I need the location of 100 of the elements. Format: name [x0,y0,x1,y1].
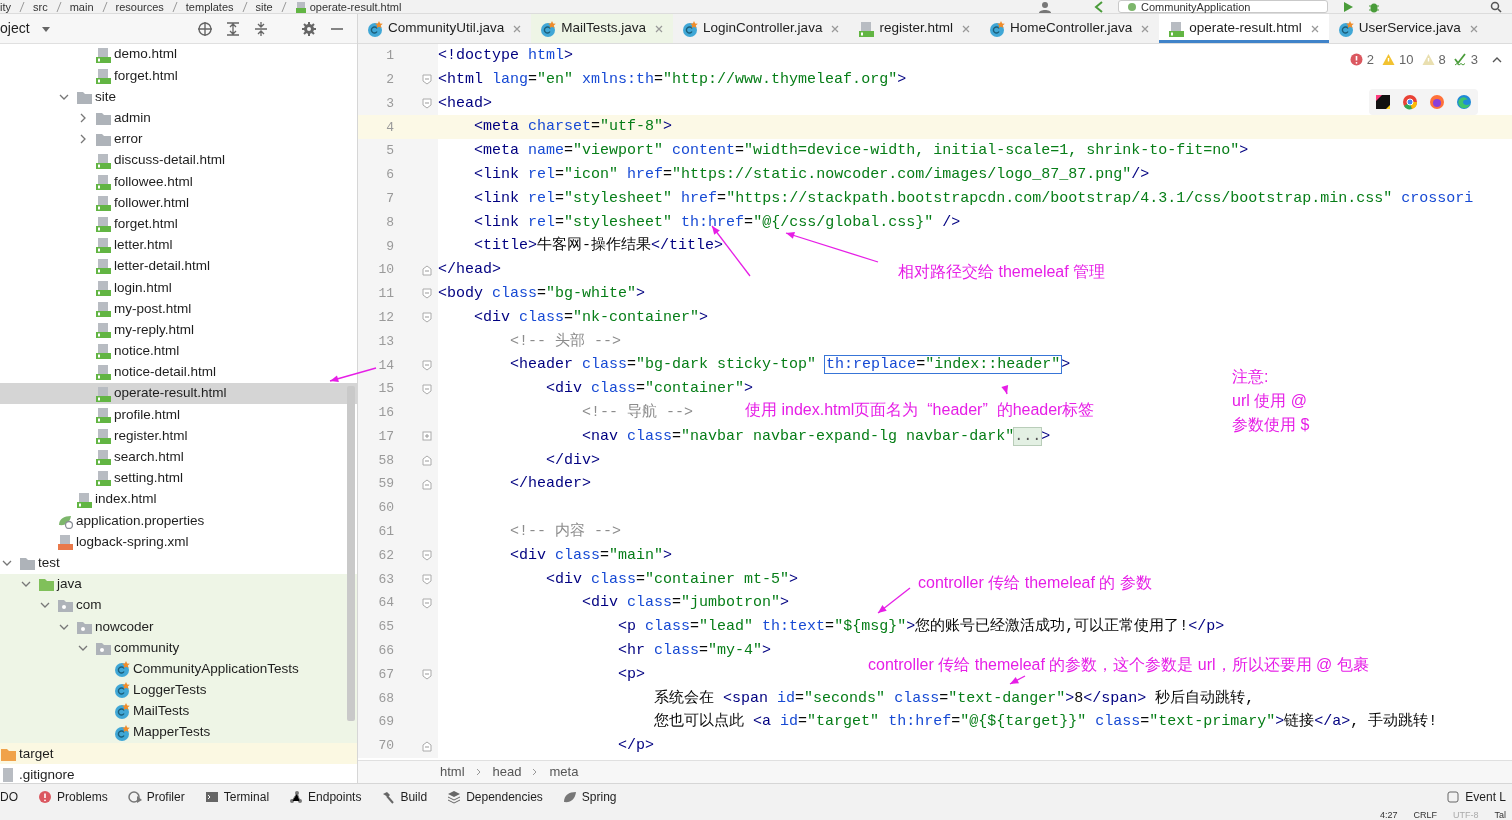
status-item[interactable]: Tal [1494,810,1506,820]
problem-count[interactable]: 8 [1438,50,1446,70]
chevron-right-icon[interactable] [78,113,88,124]
expand-fold-icon[interactable] [422,431,432,443]
breadcrumb-item[interactable]: src [33,0,48,14]
tree-item[interactable]: logback-spring.xml [0,531,357,553]
run-configuration-dropdown[interactable]: CommunityApplication [1118,0,1328,13]
error-icon[interactable] [1349,53,1363,67]
editor-tab[interactable]: operate-result.html [1159,14,1329,43]
tool-window-button[interactable]: Endpoints [289,788,362,806]
tree-item[interactable]: letter.html [0,234,357,256]
tree-item[interactable]: discuss-detail.html [0,149,357,172]
run-icon[interactable] [1342,0,1354,13]
editor-tab[interactable]: MailTests.java [531,14,674,43]
browser-icon[interactable] [1375,94,1391,110]
tree-item[interactable]: register.html [0,425,357,447]
tree-item[interactable]: profile.html [0,404,357,426]
tree-item[interactable]: MapperTests [0,722,357,744]
tree-item[interactable]: followee.html [0,171,357,193]
close-icon[interactable] [1140,23,1151,34]
editor-tab[interactable]: CommunityUtil.java [358,14,532,43]
breadcrumb-item[interactable]: templates [185,0,234,14]
breadcrumb-item[interactable]: resources [115,0,164,14]
locate-icon[interactable] [197,20,213,37]
tree-item[interactable]: java [0,573,357,595]
tool-window-button[interactable]: Dependencies [447,788,543,806]
breadcrumb-item[interactable]: head [492,762,522,782]
fold-marker-icon[interactable] [422,312,432,324]
search-icon[interactable] [1490,0,1502,13]
tool-window-button[interactable]: Spring [562,788,617,806]
tree-item[interactable]: search.html [0,446,357,468]
tree-item[interactable]: demo.html [0,44,357,66]
tree-item[interactable]: error [0,128,357,150]
typo-check-icon[interactable] [1453,53,1467,67]
fold-marker-icon[interactable] [422,573,432,585]
tool-window-button[interactable]: DO [0,788,18,806]
tree-item[interactable]: nowcoder [0,616,357,638]
editor-tab[interactable]: UserService.java [1328,14,1488,43]
fold-marker-icon[interactable] [422,597,432,609]
fold-marker-icon[interactable] [422,383,432,395]
tree-item[interactable]: forget.html [0,65,357,87]
panel-title[interactable]: oject [0,18,30,39]
expand-all-icon[interactable] [225,20,241,37]
collapse-all-icon[interactable] [253,20,269,37]
tree-item[interactable]: letter-detail.html [0,255,357,278]
breadcrumb-item[interactable]: html [440,762,465,782]
tree-item[interactable]: login.html [0,277,357,299]
tree-item[interactable]: admin [0,107,357,129]
tool-window-button[interactable]: Terminal [204,788,270,806]
tool-window-button[interactable]: Profiler [127,788,185,806]
close-icon[interactable] [654,23,665,34]
fold-marker-icon[interactable] [422,74,432,86]
problem-count[interactable]: 3 [1470,50,1478,70]
problem-count[interactable]: 2 [1366,50,1375,70]
tree-item[interactable]: notice.html [0,340,357,362]
tree-item[interactable]: follower.html [0,192,357,214]
close-icon[interactable] [512,23,523,34]
tree-item[interactable]: site [0,86,357,108]
fold-marker-icon[interactable] [422,669,432,681]
tree-item[interactable]: operate-result.html [0,383,357,405]
close-icon[interactable] [960,23,971,34]
status-item[interactable]: 4:27 [1379,810,1398,820]
close-icon[interactable] [1468,23,1479,34]
tool-window-button[interactable]: Build [381,788,428,806]
status-item[interactable]: CRLF [1413,810,1437,820]
tree-item[interactable]: notice-detail.html [0,361,357,383]
breadcrumb-item[interactable]: operate-result.html [309,0,402,14]
fold-marker-icon[interactable] [422,740,432,752]
fold-marker-icon[interactable] [422,359,432,371]
tree-item[interactable]: test [0,552,357,574]
tree-item[interactable]: target [0,743,357,765]
fold-marker-icon[interactable] [422,454,432,466]
scrollbar-thumb[interactable] [347,386,355,721]
settings-icon[interactable] [301,20,317,37]
tree-item[interactable]: application.properties [0,510,357,532]
editor-tab[interactable]: register.html [849,14,980,43]
close-icon[interactable] [830,23,841,34]
fold-marker-icon[interactable] [422,478,432,490]
tree-item[interactable]: my-reply.html [0,319,357,341]
tree-item[interactable]: community [0,637,357,659]
fold-marker-icon[interactable] [422,98,432,109]
breadcrumb-item[interactable]: meta [549,762,579,782]
tree-item[interactable]: .gitignore [0,764,357,783]
breadcrumb-item[interactable]: site [255,0,273,14]
user-icon[interactable] [1038,0,1052,13]
close-icon[interactable] [1309,23,1320,34]
editor-tab[interactable]: LoginController.java [673,14,850,43]
tool-window-button[interactable]: Problems [38,788,108,806]
editor-tab[interactable]: HomeController.java [979,14,1160,43]
fold-marker-icon[interactable] [422,550,432,562]
breadcrumb-item[interactable]: ity [0,0,11,14]
tree-item[interactable]: index.html [0,488,357,511]
tree-item[interactable]: CommunityApplicationTests [0,658,357,680]
tree-item[interactable]: forget.html [0,213,357,235]
tree-item[interactable]: my-post.html [0,298,357,320]
warning-icon[interactable] [1382,53,1396,67]
chevron-right-icon[interactable] [78,134,88,145]
tool-window-button[interactable]: Event L [1446,788,1506,806]
problem-count[interactable]: 10 [1399,50,1414,70]
tree-item[interactable]: setting.html [0,467,357,489]
